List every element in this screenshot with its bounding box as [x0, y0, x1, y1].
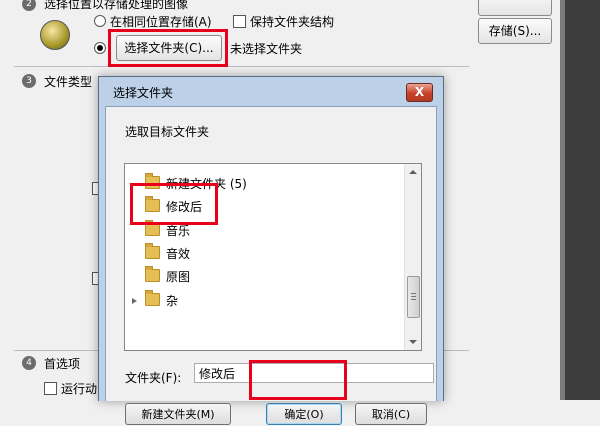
folder-icon [145, 243, 160, 259]
folder-field-label: 文件夹(F): [125, 371, 182, 385]
step-4-heading: 首选项 [44, 357, 81, 371]
step-2-heading: 选择位置以存储处理的图像 [44, 0, 189, 11]
step-3-heading: 文件类型 [44, 75, 93, 89]
app-icon [40, 20, 70, 50]
dark-side-panel [565, 0, 600, 400]
highlight-ok-button [249, 360, 347, 400]
radio-choose-folder[interactable] [94, 42, 106, 54]
choose-folder-dialog: 选择文件夹 X 选取目标文件夹 新建文件夹 (5) 修改后 音乐 音效 原图 杂 [98, 76, 444, 425]
run-action-label: 运行动 [61, 382, 98, 396]
no-folder-selected: 未选择文件夹 [230, 42, 303, 56]
tree-item[interactable]: 音效 [145, 243, 191, 264]
tree-scrollbar[interactable] [404, 164, 421, 350]
scroll-down-icon[interactable] [409, 340, 417, 344]
scroll-thumb[interactable] [407, 276, 420, 318]
radio-same-location-label: 在相同位置存储(A) [110, 15, 212, 29]
keep-structure-checkbox[interactable] [233, 15, 246, 28]
radio-same-location[interactable] [94, 15, 106, 27]
ok-button[interactable]: 确定(O) [266, 403, 342, 425]
scroll-up-icon[interactable] [409, 170, 417, 174]
step-3-badge: 3 [22, 74, 36, 88]
step-2-badge: 2 [22, 0, 36, 11]
tree-item-label: 杂 [166, 294, 179, 308]
dialog-title: 选择文件夹 [113, 86, 174, 100]
grip-line [411, 293, 416, 294]
cancel-button[interactable]: 取消(C) [355, 403, 427, 425]
tree-item[interactable]: 原图 [145, 266, 191, 287]
highlight-choose-folder [108, 29, 228, 67]
folder-icon [145, 290, 160, 306]
keep-structure-label: 保持文件夹结构 [250, 15, 335, 29]
tree-item[interactable]: 杂 [132, 290, 179, 311]
dialog-prompt: 选取目标文件夹 [125, 125, 210, 139]
load-button[interactable] [478, 0, 552, 16]
tree-item-label: 原图 [166, 270, 191, 284]
highlight-selected-folder [130, 183, 218, 225]
close-icon[interactable]: X [406, 83, 433, 102]
tree-item-label: 音效 [166, 247, 191, 261]
section-divider [14, 66, 469, 67]
step-4-badge: 4 [22, 356, 36, 370]
folder-icon [145, 266, 160, 282]
new-folder-button[interactable]: 新建文件夹(M) [125, 403, 231, 425]
grip-line [411, 296, 416, 297]
expand-icon[interactable] [132, 298, 137, 304]
tree-item-label: 音乐 [166, 224, 191, 238]
save-button[interactable]: 存储(S)... [478, 18, 552, 44]
dialog-body: 选取目标文件夹 新建文件夹 (5) 修改后 音乐 音效 原图 杂 文件夹(F):… [105, 106, 437, 425]
grip-line [411, 299, 416, 300]
run-action-checkbox[interactable] [44, 382, 57, 395]
